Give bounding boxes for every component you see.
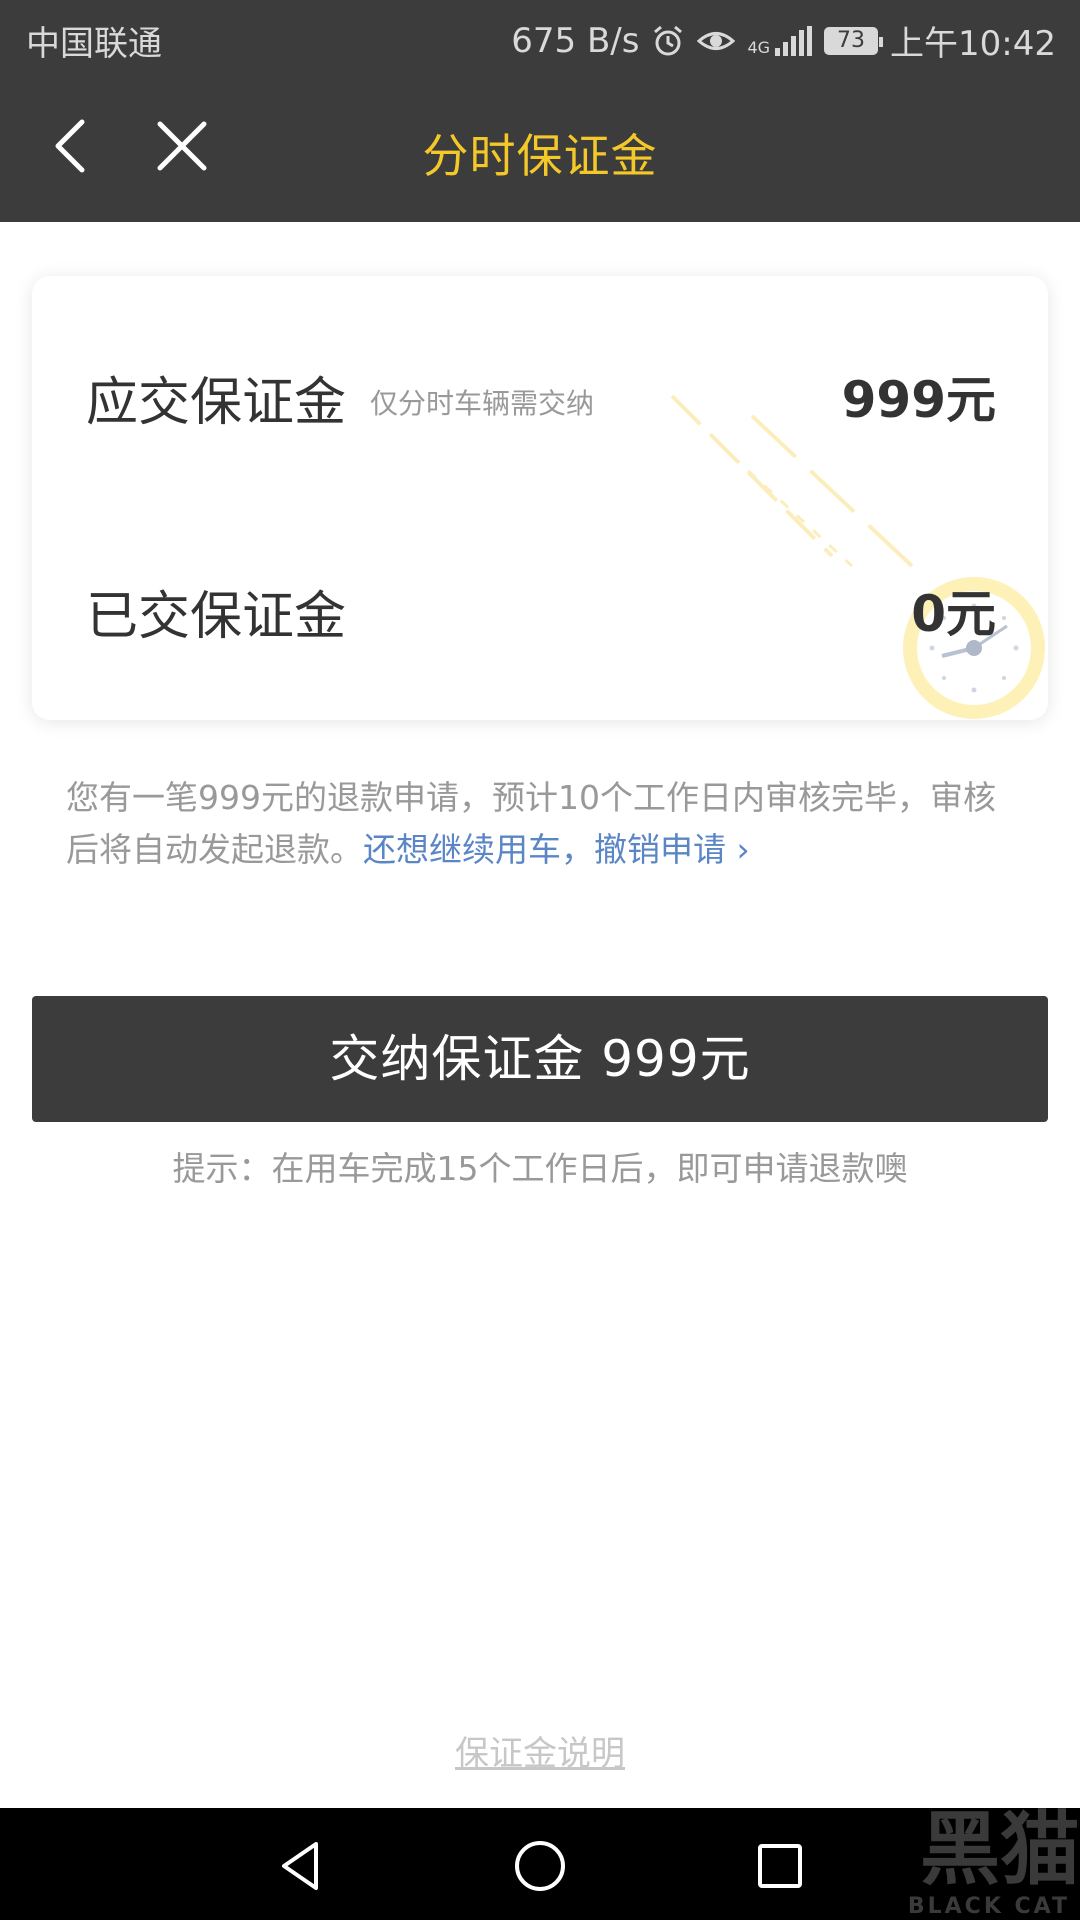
eye-icon bbox=[697, 31, 736, 50]
pay-deposit-button[interactable]: 交纳保证金 999元 bbox=[32, 996, 1048, 1122]
clock-decoration bbox=[670, 394, 1045, 719]
nav-recents-icon[interactable] bbox=[750, 1836, 810, 1896]
battery-icon: 73 bbox=[824, 26, 884, 55]
nav-home-icon[interactable] bbox=[510, 1836, 570, 1896]
refund-tip: 提示：在用车完成15个工作日后，即可申请退款噢 bbox=[172, 1149, 908, 1188]
battery-level: 73 bbox=[837, 28, 866, 53]
paid-deposit-label: 已交保证金 bbox=[86, 587, 347, 647]
refund-notice: 您有一笔999元的退款申请，预计10个工作日内审核完毕，审核后将自动发起退款。还… bbox=[66, 772, 1006, 876]
nav-back-icon[interactable] bbox=[270, 1836, 330, 1896]
page-title: 分时保证金 bbox=[422, 129, 658, 183]
clock: 上午10:42 bbox=[890, 24, 1056, 64]
watermark-logo: 黑猫 BLACK CAT bbox=[810, 1800, 1080, 1920]
network-type: 4G bbox=[747, 37, 771, 57]
deposit-card: 应交保证金 仅分时车辆需交纳 999元 已交保证金 0元 bbox=[32, 276, 1048, 720]
app-header: 分时保证金 bbox=[0, 74, 1080, 222]
network-speed: 675 B/s bbox=[511, 20, 640, 61]
carrier-name: 中国联通 bbox=[26, 24, 162, 64]
signal-icon: 4G bbox=[747, 25, 813, 57]
paid-deposit-value: 0元 bbox=[911, 585, 996, 643]
watermark-text: 黑猫 bbox=[920, 1803, 1080, 1896]
due-deposit-value: 999元 bbox=[841, 371, 996, 429]
cancel-refund-link[interactable]: 还想继续用车，撤销申请 › bbox=[363, 830, 750, 869]
status-bar: 中国联通 675 B/s 4G 73 上午10:42 bbox=[0, 0, 1080, 74]
due-deposit-note: 仅分时车辆需交纳 bbox=[370, 387, 595, 420]
status-icons: 675 B/s 4G 73 上午10:42 bbox=[499, 16, 1056, 65]
alarm-icon bbox=[654, 25, 683, 55]
watermark-subtext: BLACK CAT bbox=[907, 1894, 1070, 1919]
deposit-explanation-link[interactable]: 保证金说明 bbox=[0, 1726, 1080, 1775]
due-deposit-label: 应交保证金 bbox=[86, 373, 347, 433]
